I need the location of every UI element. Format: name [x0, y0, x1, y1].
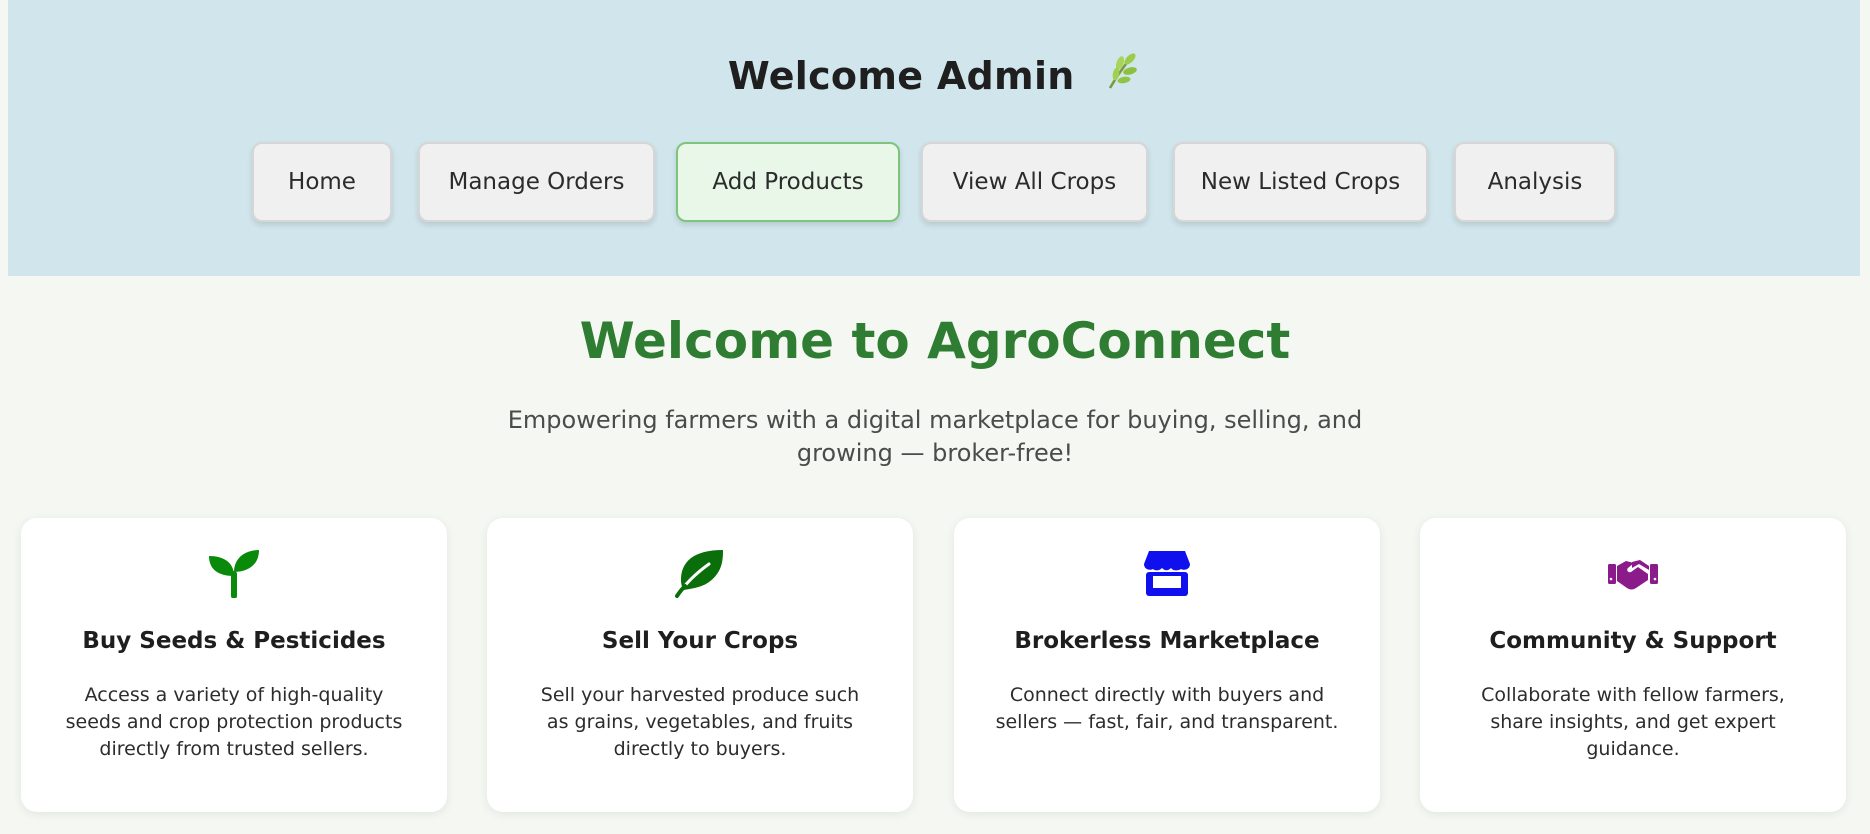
feature-description: Sell your harvested produce such as grai…: [540, 684, 860, 760]
page-title: Welcome Admin: [8, 53, 1860, 103]
view-all-crops-button[interactable]: View All Crops: [921, 142, 1148, 222]
feature-title: Sell Your Crops: [601, 628, 799, 654]
feature-title: Brokerless Marketplace: [1014, 628, 1320, 654]
welcome-admin-text: Welcome Admin: [727, 54, 1075, 98]
leaf-icon: [487, 548, 913, 602]
analysis-button-label: Analysis: [1487, 169, 1583, 195]
new-listed-crops-button-label: New Listed Crops: [1200, 169, 1401, 195]
manage-orders-button[interactable]: Manage Orders: [418, 142, 655, 222]
seedling-icon: [21, 548, 447, 602]
store-icon: [954, 548, 1380, 602]
add-products-button-label: Add Products: [712, 169, 864, 195]
feature-title: Buy Seeds & Pesticides: [82, 628, 386, 654]
hero-title: Welcome to AgroConnect: [579, 312, 1291, 370]
home-button-label: Home: [288, 169, 356, 195]
feature-title: Community & Support: [1489, 628, 1777, 654]
main-nav: Home Manage Orders Add Products View All…: [8, 142, 1860, 225]
feature-card-community: Community & Support Collaborate with fel…: [1420, 518, 1846, 812]
analysis-button[interactable]: Analysis: [1454, 142, 1616, 222]
view-all-crops-button-label: View All Crops: [952, 169, 1117, 195]
feature-description: Connect directly with buyers and sellers…: [995, 684, 1339, 733]
feature-card-brokerless: Brokerless Marketplace Connect directly …: [954, 518, 1380, 812]
home-button[interactable]: Home: [252, 142, 392, 222]
hero-subtitle: Empowering farmers with a digital market…: [507, 406, 1363, 467]
handshake-icon: [1420, 548, 1846, 602]
add-products-button[interactable]: Add Products: [676, 142, 900, 222]
admin-header: Welcome Admin Home Manage Orders Add Pro…: [8, 0, 1860, 276]
feature-card-sell-crops: Sell Your Crops Sell your harvested prod…: [487, 518, 913, 812]
feature-description: Access a variety of high-quality seeds a…: [65, 684, 403, 760]
manage-orders-button-label: Manage Orders: [448, 169, 625, 195]
feature-description: Collaborate with fellow farmers, share i…: [1481, 684, 1785, 760]
herb-sprig-icon: [1104, 50, 1140, 99]
feature-card-buy-seeds: Buy Seeds & Pesticides Access a variety …: [21, 518, 447, 812]
new-listed-crops-button[interactable]: New Listed Crops: [1173, 142, 1428, 222]
